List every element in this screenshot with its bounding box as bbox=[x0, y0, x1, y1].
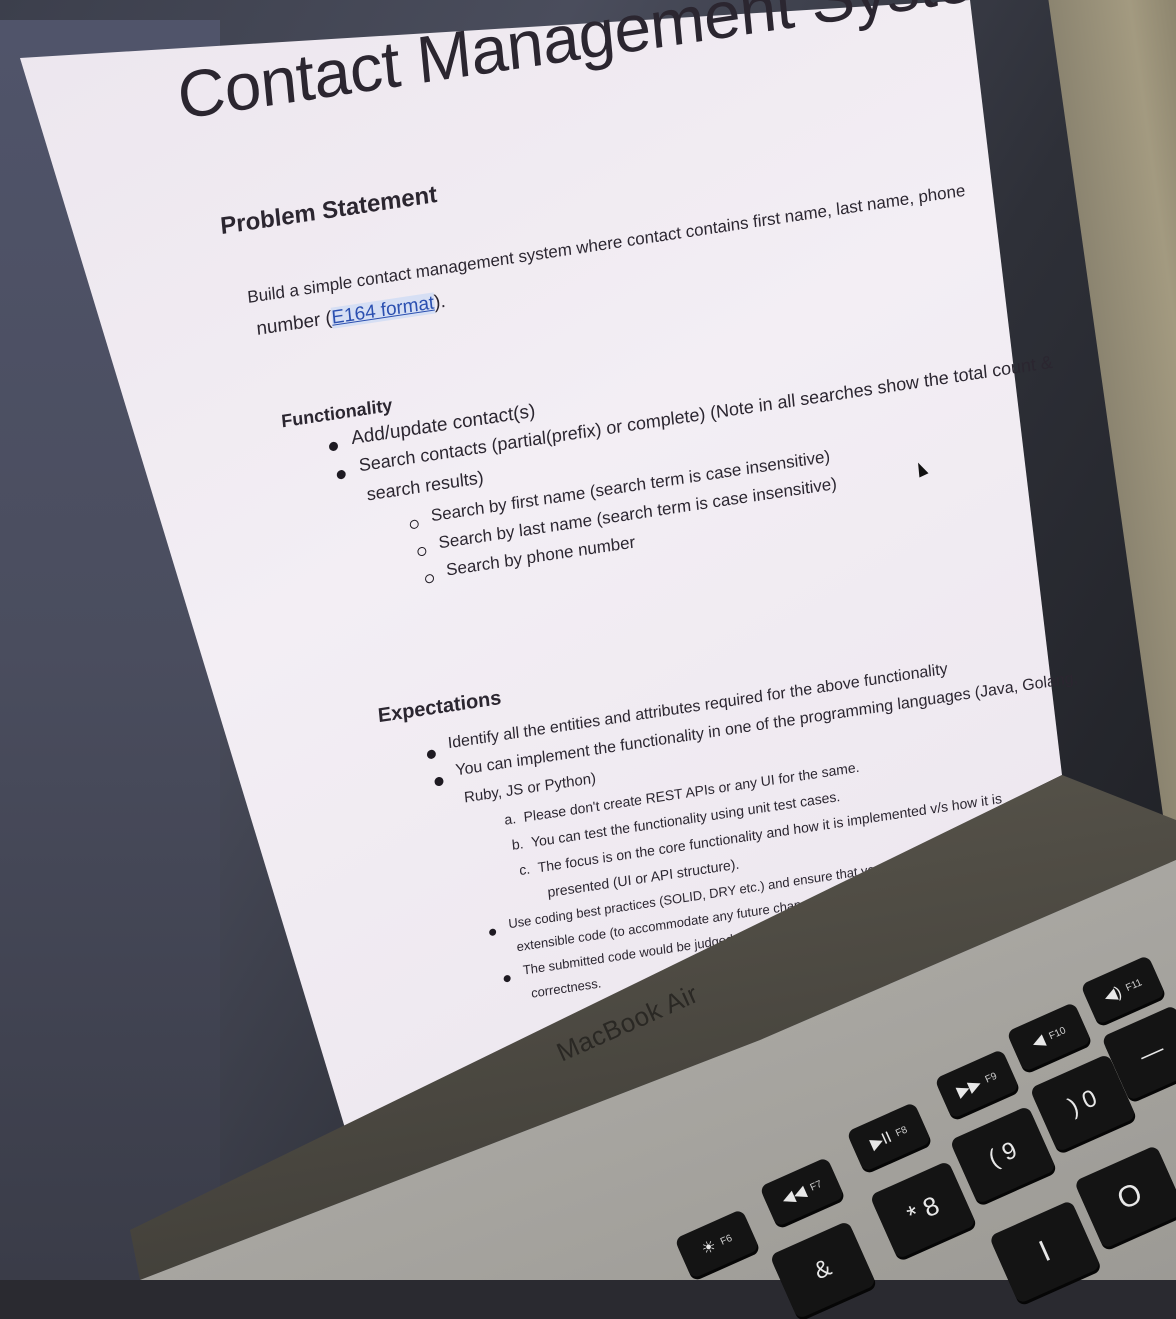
sub-marker: a. bbox=[503, 810, 517, 828]
sub-marker: b. bbox=[511, 835, 525, 853]
mute-icon: ◀ bbox=[1029, 1031, 1048, 1053]
key-minus-glyph: — bbox=[1135, 1035, 1169, 1070]
volume-icon: ◀) bbox=[1101, 983, 1125, 1007]
fast-forward-icon: ▶▶ bbox=[954, 1075, 984, 1101]
key-i-glyph: I bbox=[1034, 1234, 1056, 1269]
play-pause-icon: ▶II bbox=[867, 1128, 895, 1154]
key-7-glyph: & bbox=[809, 1253, 836, 1286]
sub-marker: c. bbox=[518, 860, 531, 879]
brightness-icon: ☀ bbox=[699, 1237, 720, 1259]
problem-text-suffix: ). bbox=[433, 290, 447, 314]
key-o-glyph: O bbox=[1112, 1176, 1148, 1217]
rewind-icon: ◀◀ bbox=[779, 1183, 809, 1209]
